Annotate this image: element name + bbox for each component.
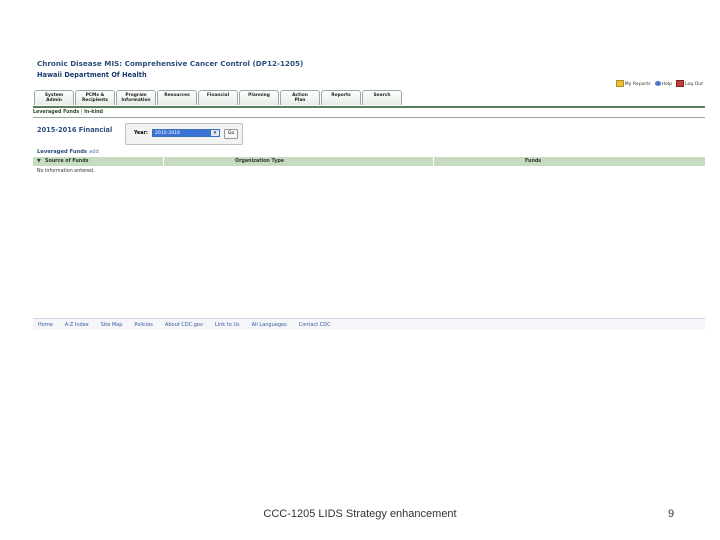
year-selector-panel: Year: 2015-2016 ▾ Go [125, 123, 243, 145]
logout-icon [676, 80, 684, 87]
my-reports-link[interactable]: My Reports [615, 80, 651, 87]
leveraged-funds-label: Leveraged Funds [37, 149, 88, 155]
subnav-leveraged-funds[interactable]: Leveraged Funds [33, 110, 79, 115]
tab-label: Resources [164, 93, 190, 98]
year-select-value: 2015-2016 [155, 131, 181, 136]
logout-link[interactable]: Log Out [676, 80, 703, 87]
sub-navigation: Leveraged Funds | In-kind [33, 110, 103, 115]
slide-page-number: 9 [668, 508, 675, 520]
column-source-of-funds[interactable]: Source of Funds [45, 159, 89, 164]
footer-link-all-languages[interactable]: All Languages [252, 322, 287, 328]
tab-system-admin[interactable]: System Admin [34, 90, 74, 105]
empty-table-message: No information entered. [37, 169, 95, 174]
tab-label: Recipients [82, 98, 108, 103]
help-icon [654, 80, 661, 86]
section-title: 2015-2016 Financial [37, 126, 113, 134]
tab-label: Admin [46, 98, 62, 103]
go-button[interactable]: Go [224, 129, 238, 139]
folder-icon [615, 80, 624, 87]
help-label: Help [661, 81, 672, 87]
footer-link-policies[interactable]: Policies [134, 322, 153, 328]
utility-links: My Reports Help Log Out [615, 80, 703, 87]
tab-label: Planning [248, 93, 270, 98]
footer-link-about-cdc[interactable]: About CDC.gov [165, 322, 203, 328]
tab-label: Search [373, 93, 391, 98]
chevron-down-icon[interactable]: ▾ [210, 130, 219, 136]
tab-program-information[interactable]: Program Information [116, 90, 156, 105]
tab-action-plan[interactable]: Action Plan [280, 90, 320, 105]
table-header: ▼ Source of Funds Organization Type Fund… [33, 157, 705, 166]
footer-link-site-map[interactable]: Site Map [101, 322, 123, 328]
footer-bar: Home A-Z Index Site Map Policies About C… [33, 318, 705, 330]
footer-link-link-to-us[interactable]: Link to Us [215, 322, 240, 328]
year-select[interactable]: 2015-2016 ▾ [152, 129, 220, 137]
subnav-divider [33, 117, 705, 118]
my-reports-label: My Reports [624, 82, 651, 87]
tab-resources[interactable]: Resources [157, 90, 197, 105]
tab-financial[interactable]: Financial [198, 90, 238, 105]
tab-search[interactable]: Search [362, 90, 402, 105]
tab-label: Plan [294, 98, 306, 103]
logout-label: Log Out [685, 82, 703, 87]
tab-pcms-recipients[interactable]: PCMs & Recipients [75, 90, 115, 105]
footer-links: Home A-Z Index Site Map Policies About C… [38, 322, 331, 328]
column-organization-type[interactable]: Organization Type [235, 159, 284, 164]
subnav-in-kind[interactable]: In-kind [84, 110, 103, 115]
tab-reports[interactable]: Reports [321, 90, 361, 105]
tab-label: Information [121, 98, 151, 103]
footer-link-a-z-index[interactable]: A-Z Index [65, 322, 89, 328]
column-funds[interactable]: Funds [525, 159, 541, 164]
app-screenshot: Chronic Disease MIS: Comprehensive Cance… [33, 56, 705, 330]
column-divider [433, 157, 434, 166]
sort-arrow-icon[interactable]: ▼ [37, 159, 41, 164]
column-divider [163, 157, 164, 166]
tab-label: Reports [331, 93, 351, 98]
help-link[interactable]: Help [654, 80, 672, 87]
tab-planning[interactable]: Planning [239, 90, 279, 105]
leveraged-funds-heading: Leveraged Funds add [37, 149, 99, 155]
organization-name: Hawaii Department Of Health [37, 71, 147, 79]
add-link[interactable]: add [89, 149, 99, 155]
app-title: Chronic Disease MIS: Comprehensive Cance… [37, 59, 304, 68]
slide-caption: CCC-1205 LIDS Strategy enhancement [263, 508, 457, 520]
footer-link-contact-cdc[interactable]: Contact CDC [299, 322, 331, 328]
footer-link-home[interactable]: Home [38, 322, 53, 328]
tab-label: Financial [206, 93, 230, 98]
tab-divider [33, 106, 705, 108]
year-label: Year: [134, 131, 148, 136]
main-tabs: System Admin PCMs & Recipients Program Info… [34, 90, 402, 106]
